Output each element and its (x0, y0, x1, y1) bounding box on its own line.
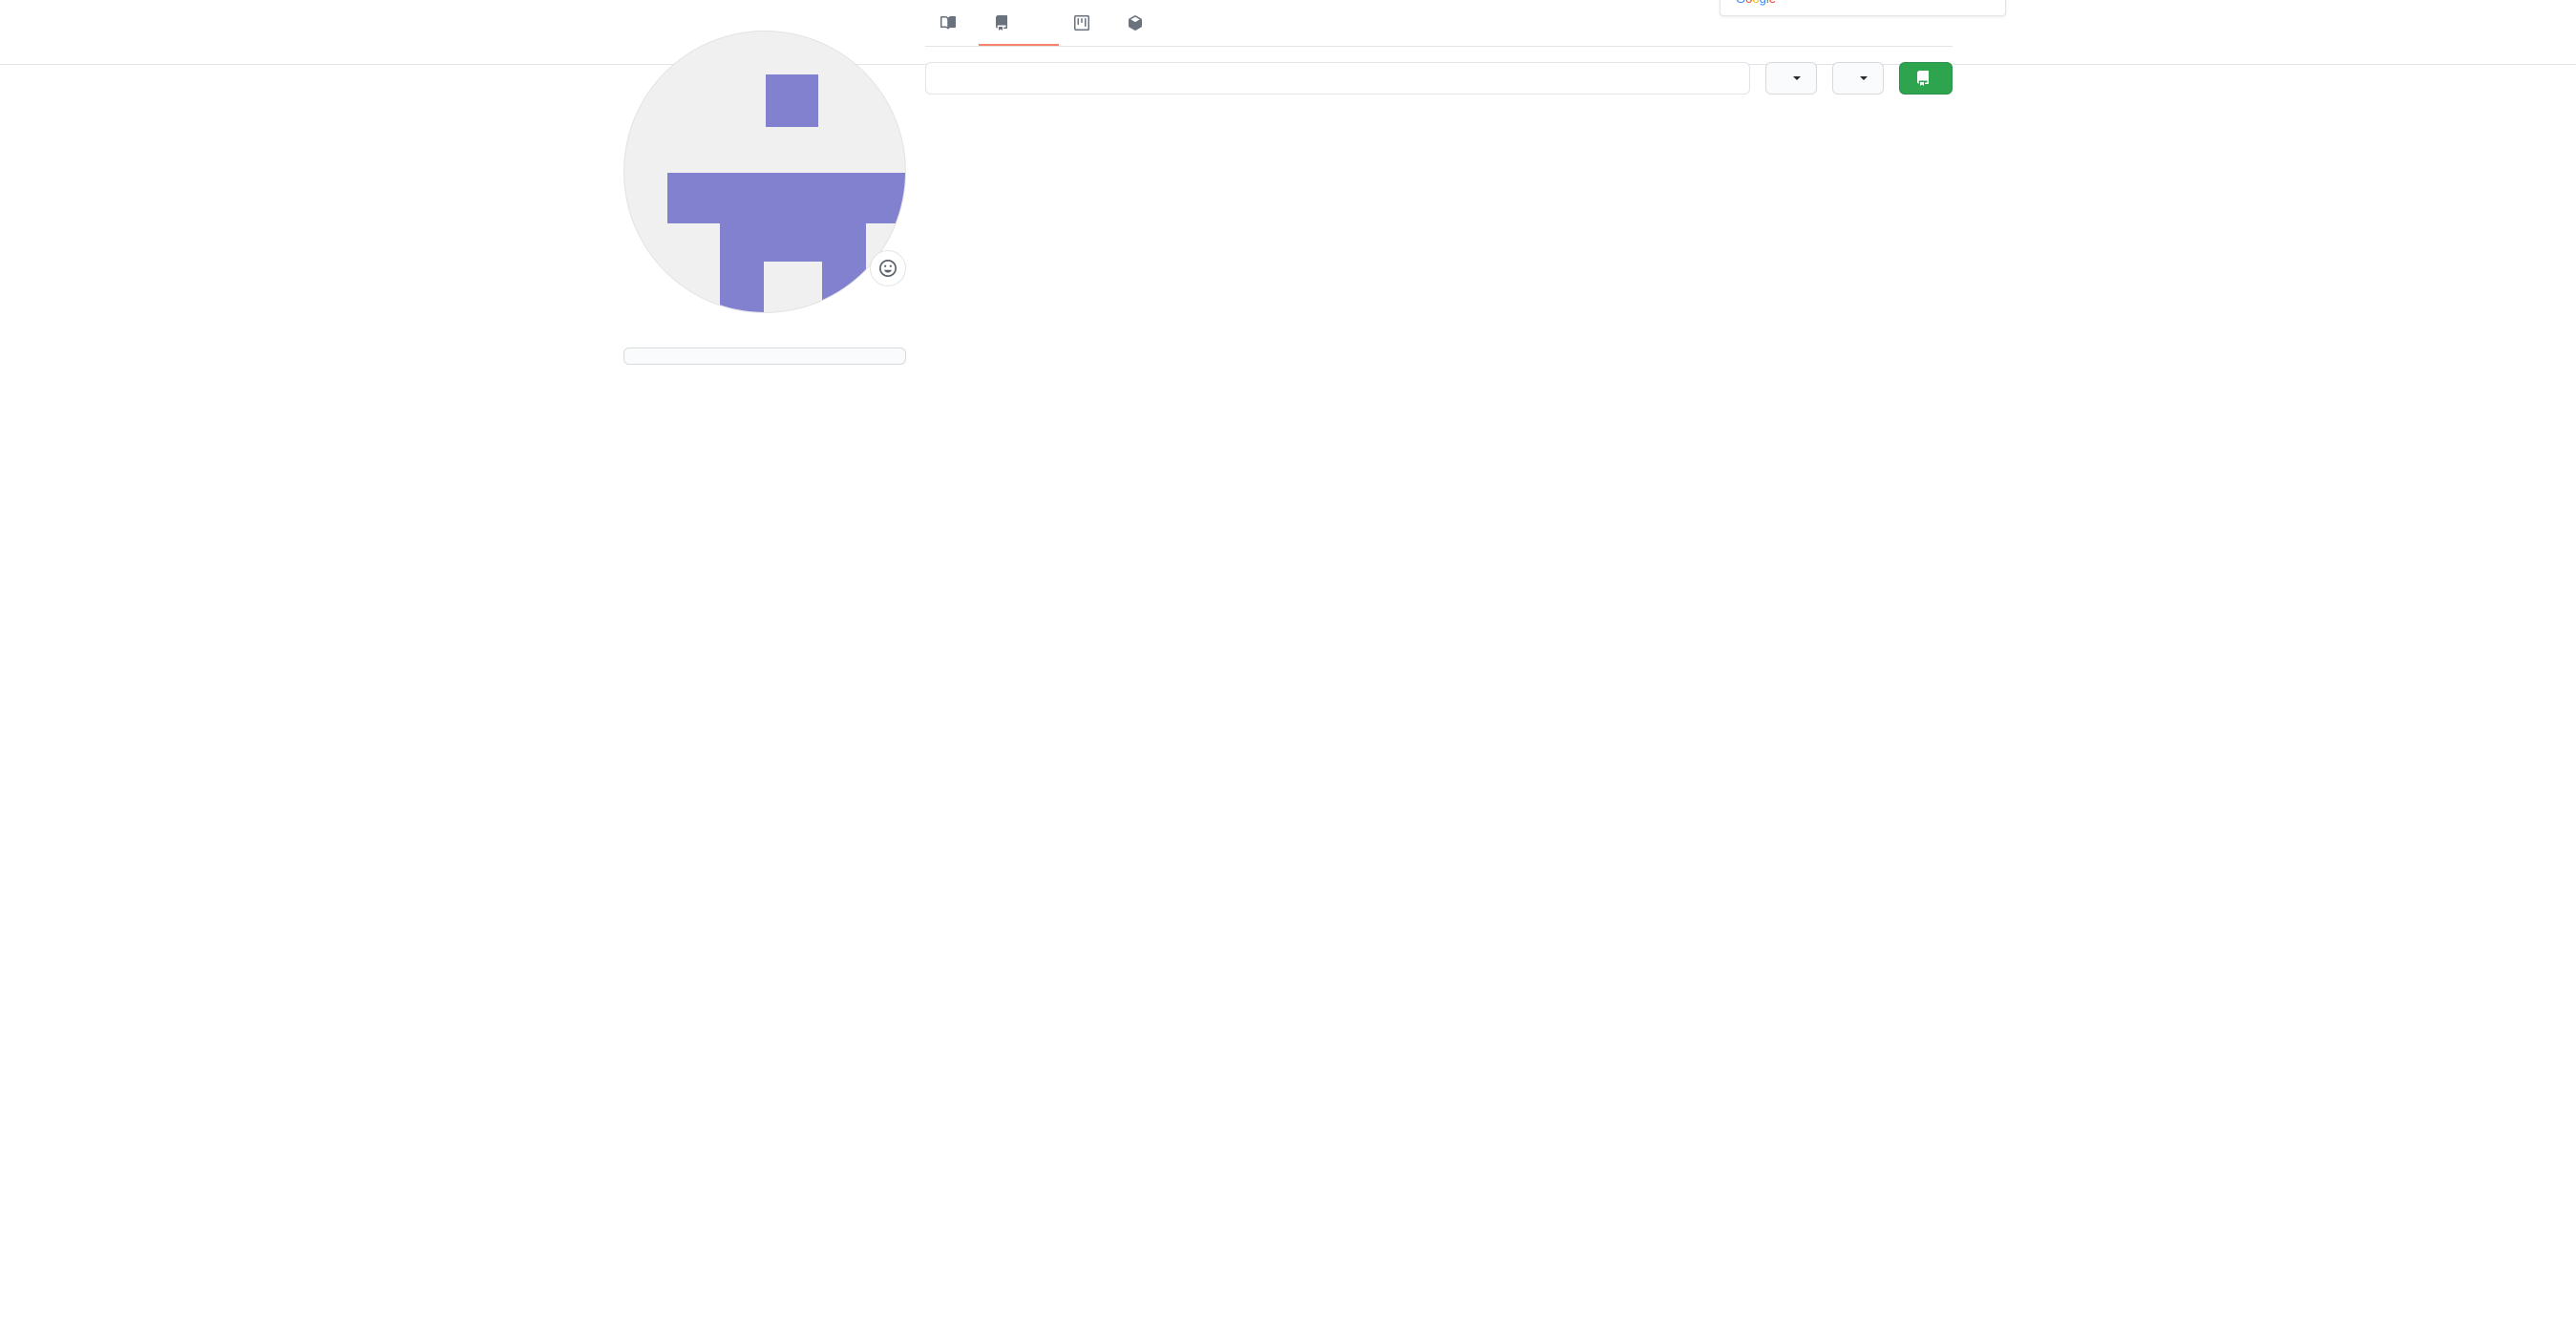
language-filter[interactable] (1832, 62, 1884, 95)
filter-bar (925, 47, 1953, 110)
tab-overview[interactable] (925, 0, 979, 46)
package-icon (1128, 15, 1143, 31)
project-icon (1074, 15, 1089, 31)
book-icon (940, 15, 956, 31)
search-input[interactable] (925, 62, 1750, 95)
caret-down-icon (1860, 76, 1868, 80)
profile-sidebar (562, 0, 925, 365)
edit-profile-button[interactable] (623, 348, 906, 365)
tab-projects[interactable] (1059, 0, 1112, 46)
type-filter[interactable] (1765, 62, 1817, 95)
tab-repositories[interactable] (979, 0, 1059, 46)
repo-icon (994, 15, 1009, 31)
google-translate-widget[interactable]: Google (1720, 0, 2006, 16)
new-repo-button[interactable] (1899, 62, 1953, 95)
set-status-button[interactable] (870, 250, 906, 286)
caret-down-icon (1793, 76, 1801, 80)
repo-icon (1915, 71, 1931, 86)
avatar[interactable] (623, 31, 906, 313)
tab-packages[interactable] (1112, 0, 1166, 46)
avatar-wrap (623, 31, 906, 313)
main-content: Google (925, 0, 2014, 365)
